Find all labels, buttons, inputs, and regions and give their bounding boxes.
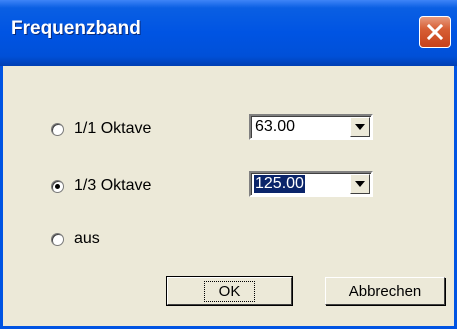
radio-aus[interactable]: [51, 232, 64, 246]
chevron-down-icon: [355, 181, 365, 187]
radio-option-aus[interactable]: aus: [51, 228, 100, 250]
frequency-combo-1-3[interactable]: 125.00: [249, 171, 373, 197]
radio-label-1-1-oktave: 1/1 Oktave: [74, 120, 152, 137]
close-icon: [426, 23, 444, 41]
radio-label-1-3-oktave: 1/3 Oktave: [74, 177, 152, 194]
radio-option-1-1-oktave[interactable]: 1/1 Oktave: [51, 118, 151, 140]
close-button[interactable]: [419, 16, 451, 48]
dialog-window: Frequenzband 1/1 Oktave 63.00 1/3 Oktave…: [0, 0, 457, 329]
radio-1-1-oktave[interactable]: [51, 122, 64, 136]
combo-value-1-3: 125.00: [254, 175, 305, 193]
window-title: Frequenzband: [11, 18, 141, 39]
title-bar[interactable]: Frequenzband: [0, 0, 457, 66]
radio-label-aus: aus: [74, 230, 100, 247]
ok-button[interactable]: OK: [166, 276, 293, 306]
dialog-body: 1/1 Oktave 63.00 1/3 Oktave 125.00 aus O…: [0, 66, 457, 329]
cancel-button[interactable]: Abbrechen: [325, 277, 445, 305]
radio-option-1-3-oktave[interactable]: 1/3 Oktave: [51, 175, 151, 197]
chevron-down-icon: [355, 124, 365, 130]
combo-dropdown-button-1-3[interactable]: [350, 174, 370, 194]
combo-value-1-1: 63.00: [255, 118, 296, 135]
frequency-combo-1-1[interactable]: 63.00: [249, 114, 373, 140]
ok-button-label: OK: [203, 280, 256, 302]
radio-1-3-oktave[interactable]: [51, 179, 64, 193]
combo-dropdown-button-1-1[interactable]: [350, 117, 370, 137]
